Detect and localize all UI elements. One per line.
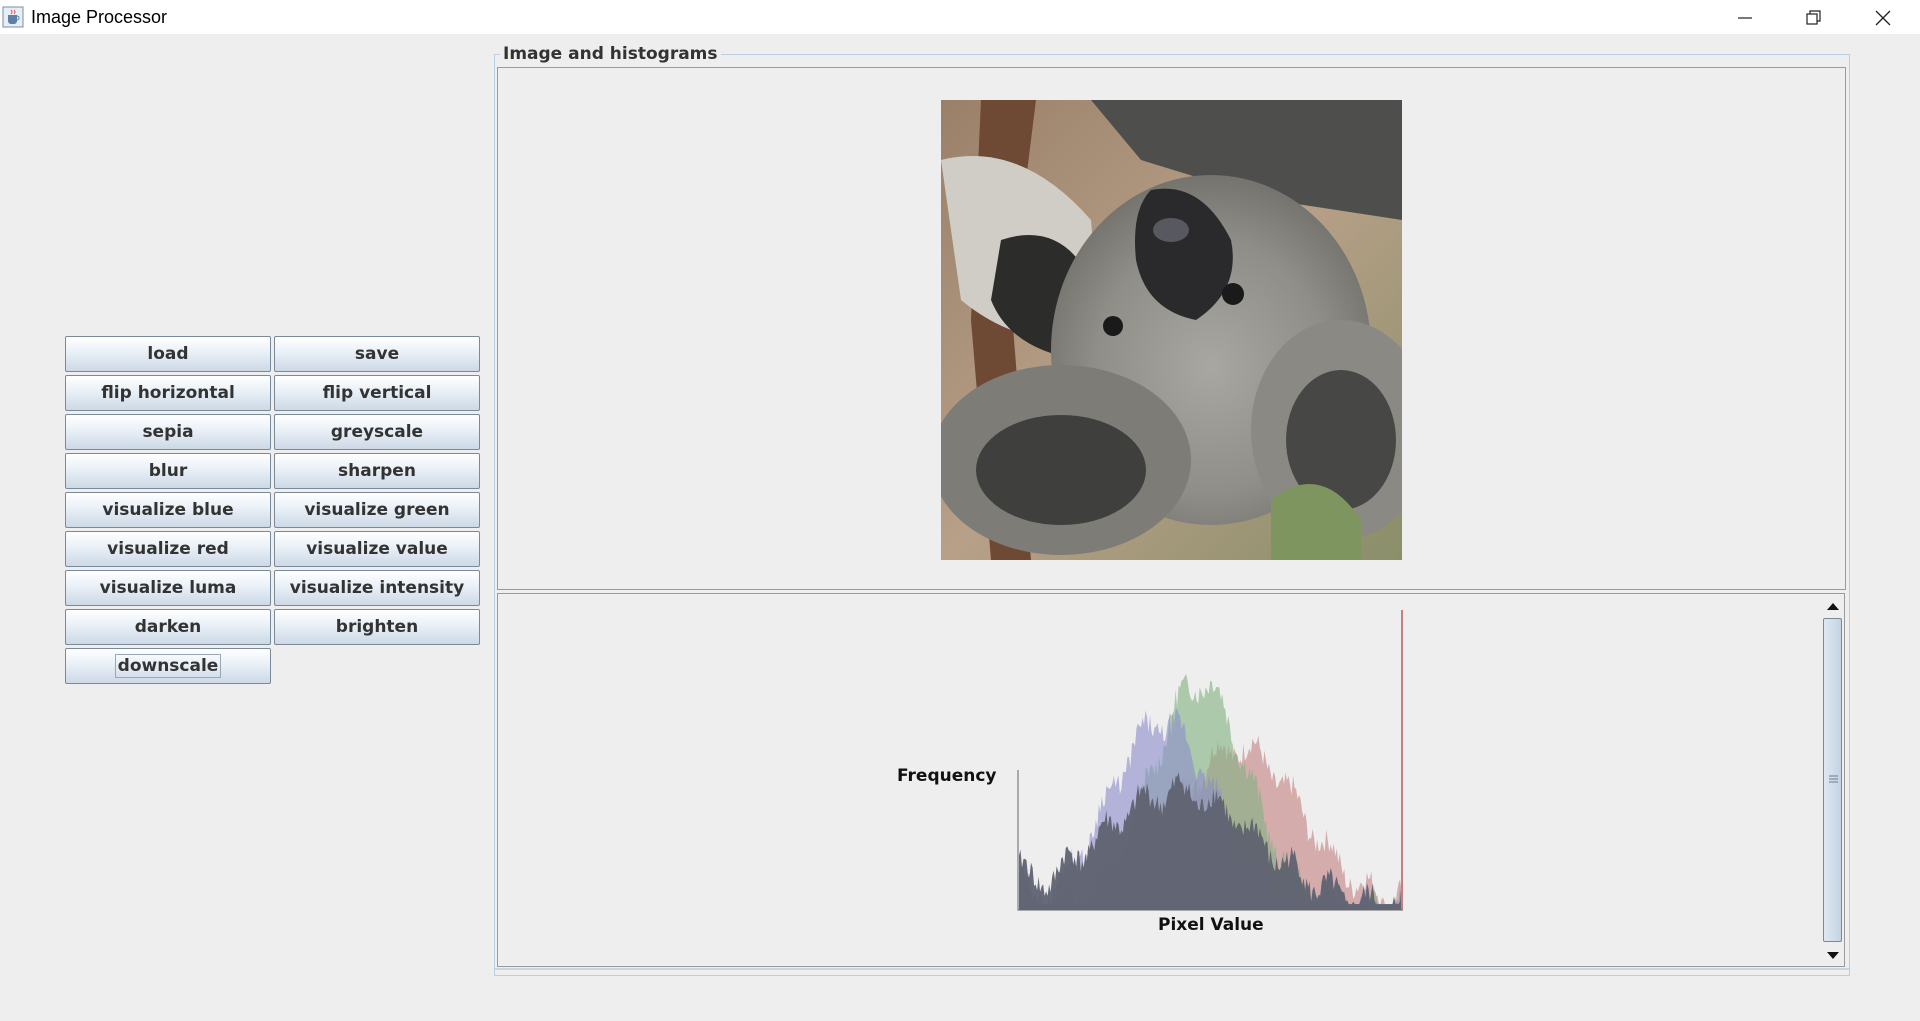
downscale-label: downscale: [114, 654, 222, 678]
minimize-button[interactable]: [1710, 0, 1780, 34]
restore-icon: [1806, 10, 1821, 25]
save-button[interactable]: save: [274, 336, 480, 372]
visualize-luma-button[interactable]: visualize luma: [65, 570, 271, 606]
darken-button[interactable]: darken: [65, 609, 271, 645]
scroll-thumb[interactable]: [1823, 618, 1842, 942]
downscale-button[interactable]: downscale: [65, 648, 271, 684]
histogram-x-label: Pixel Value: [1158, 915, 1264, 935]
window-title: Image Processor: [31, 7, 168, 27]
visualize-value-button[interactable]: visualize value: [274, 531, 480, 567]
visualize-green-button[interactable]: visualize green: [274, 492, 480, 528]
java-cup-icon: [2, 6, 24, 28]
close-icon: [1875, 10, 1891, 26]
scroll-down-icon[interactable]: [1822, 944, 1844, 966]
grip-icon: [1829, 775, 1838, 783]
panel-divider: [495, 968, 1849, 970]
sepia-button[interactable]: sepia: [65, 414, 271, 450]
flip-horizontal-button[interactable]: flip horizontal: [65, 375, 271, 411]
flip-vertical-button[interactable]: flip vertical: [274, 375, 480, 411]
load-button[interactable]: load: [65, 336, 271, 372]
greyscale-button[interactable]: greyscale: [274, 414, 480, 450]
close-button[interactable]: [1848, 0, 1918, 34]
scroll-up-icon[interactable]: [1822, 596, 1844, 618]
visualize-red-button[interactable]: visualize red: [65, 531, 271, 567]
histogram-chart: [1017, 610, 1403, 911]
visualize-blue-button[interactable]: visualize blue: [65, 492, 271, 528]
histogram-y-label: Frequency: [897, 766, 997, 786]
visualize-intensity-button[interactable]: visualize intensity: [274, 570, 480, 606]
koala-image: [941, 100, 1402, 560]
histogram-scrollbar[interactable]: [1822, 594, 1844, 966]
brighten-button[interactable]: brighten: [274, 609, 480, 645]
title-bar: Image Processor: [0, 0, 1920, 34]
restore-button[interactable]: [1779, 0, 1849, 34]
group-title: Image and histograms: [500, 44, 721, 64]
minimize-icon: [1738, 17, 1752, 19]
blur-button[interactable]: blur: [65, 453, 271, 489]
sharpen-button[interactable]: sharpen: [274, 453, 480, 489]
